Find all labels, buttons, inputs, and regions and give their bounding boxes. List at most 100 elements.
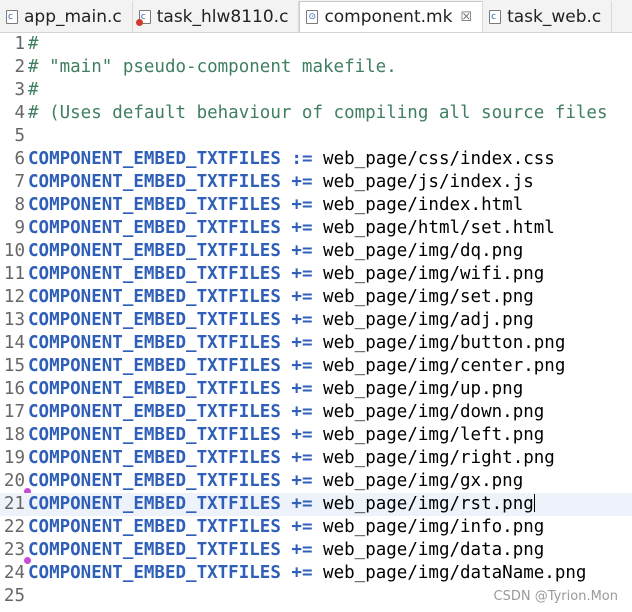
code-line[interactable]: 2 # "main" pseudo-component makefile.	[0, 56, 632, 79]
code-line[interactable]: 24 COMPONENT_EMBED_TXTFILES += web_page/i…	[0, 562, 632, 585]
code-line[interactable]: 1 #	[0, 33, 632, 56]
code-text: # (Uses default behaviour of compiling a…	[28, 102, 607, 125]
code-line[interactable]: 11 COMPONENT_EMBED_TXTFILES += web_page/i…	[0, 263, 632, 286]
code-line[interactable]: 18 COMPONENT_EMBED_TXTFILES += web_page/i…	[0, 424, 632, 447]
variable-name: COMPONENT_EMBED_TXTFILES	[28, 517, 281, 537]
c-file-icon: c	[6, 9, 18, 24]
file-path-value: web_page/img/wifi.png	[323, 264, 545, 284]
code-line[interactable]: 16 COMPONENT_EMBED_TXTFILES += web_page/i…	[0, 378, 632, 401]
variable-name: COMPONENT_EMBED_TXTFILES	[28, 172, 281, 192]
code-text: COMPONENT_EMBED_TXTFILES += web_page/img…	[28, 332, 565, 355]
file-path-value: web_page/img/down.png	[323, 402, 545, 422]
line-number: 8	[14, 195, 25, 215]
tab-app-main[interactable]: c app_main.c	[0, 1, 133, 32]
code-line[interactable]: 9 COMPONENT_EMBED_TXTFILES += web_page/ht…	[0, 217, 632, 240]
code-line[interactable]: 23 COMPONENT_EMBED_TXTFILES += web_page/i…	[0, 539, 632, 564]
assign-operator: +=	[291, 356, 313, 376]
assign-operator: +=	[291, 172, 313, 192]
code-line[interactable]: 21 COMPONENT_EMBED_TXTFILES += web_page/i…	[0, 493, 632, 516]
code-text: COMPONENT_EMBED_TXTFILES += web_page/img…	[28, 539, 544, 562]
code-line[interactable]: 10 COMPONENT_EMBED_TXTFILES += web_page/i…	[0, 240, 632, 263]
assign-operator: +=	[291, 471, 313, 491]
code-text: #	[28, 79, 39, 102]
file-path-value: web_page/img/center.png	[323, 356, 566, 376]
code-editor[interactable]: 1 #2 # "main" pseudo-component makefile. 3 #…	[0, 33, 632, 612]
code-line[interactable]: 12 COMPONENT_EMBED_TXTFILES += web_page/i…	[0, 286, 632, 309]
line-number: 21	[3, 494, 25, 514]
c-file-error-icon: c	[135, 9, 151, 26]
assign-operator: +=	[291, 218, 313, 238]
code-line[interactable]: 19 COMPONENT_EMBED_TXTFILES += web_page/i…	[0, 447, 632, 470]
line-number: 11	[3, 264, 25, 284]
code-line[interactable]: 6 COMPONENT_EMBED_TXTFILES := web_page/cs…	[0, 148, 632, 171]
file-path-value: web_page/js/index.js	[323, 172, 534, 192]
line-number: 18	[3, 425, 25, 445]
code-text: COMPONENT_EMBED_TXTFILES += web_page/img…	[28, 447, 555, 470]
code-text: COMPONENT_EMBED_TXTFILES += web_page/img…	[28, 493, 535, 516]
assign-operator: +=	[291, 241, 313, 261]
code-line[interactable]: 15 COMPONENT_EMBED_TXTFILES += web_page/i…	[0, 355, 632, 378]
code-line[interactable]: 17 COMPONENT_EMBED_TXTFILES += web_page/i…	[0, 401, 632, 424]
line-number: 1	[14, 34, 25, 54]
variable-name: COMPONENT_EMBED_TXTFILES	[28, 356, 281, 376]
comment-text: # (Uses default behaviour of compiling a…	[28, 103, 608, 123]
file-path-value: web_page/img/right.png	[323, 448, 555, 468]
assign-operator: :=	[291, 149, 313, 169]
file-path-value: web_page/img/gx.png	[323, 471, 524, 491]
tab-component-mk[interactable]: ⊙ component.mk ☒	[299, 1, 484, 32]
variable-name: COMPONENT_EMBED_TXTFILES	[28, 540, 281, 560]
variable-name: COMPONENT_EMBED_TXTFILES	[28, 310, 281, 330]
tab-task-web[interactable]: c task_web.c	[483, 1, 613, 32]
variable-name: COMPONENT_EMBED_TXTFILES	[28, 333, 281, 353]
line-number: 19	[3, 448, 25, 468]
code-line[interactable]: 13 COMPONENT_EMBED_TXTFILES += web_page/i…	[0, 309, 632, 332]
code-line[interactable]: 22 COMPONENT_EMBED_TXTFILES += web_page/i…	[0, 516, 632, 539]
line-number: 5	[14, 126, 25, 146]
line-number: 25	[3, 586, 25, 606]
code-text: COMPONENT_EMBED_TXTFILES += web_page/img…	[28, 286, 534, 309]
assign-operator: +=	[291, 425, 313, 445]
close-tab-icon[interactable]: ☒	[460, 10, 472, 25]
code-text: COMPONENT_EMBED_TXTFILES += web_page/img…	[28, 516, 544, 539]
code-text: COMPONENT_EMBED_TXTFILES += web_page/img…	[28, 309, 534, 332]
file-path-value: web_page/img/data.png	[323, 540, 545, 560]
code-line[interactable]: 4 # (Uses default behaviour of compiling …	[0, 102, 632, 125]
variable-name: COMPONENT_EMBED_TXTFILES	[28, 425, 281, 445]
line-number: 16	[3, 379, 25, 399]
assign-operator: +=	[291, 264, 313, 284]
file-path-value: web_page/css/index.css	[323, 149, 555, 169]
variable-name: COMPONENT_EMBED_TXTFILES	[28, 448, 281, 468]
code-line[interactable]: 3 #	[0, 79, 632, 102]
line-number: 24	[3, 563, 25, 583]
line-number: 7	[14, 172, 25, 192]
text-cursor	[533, 494, 535, 512]
code-line[interactable]: 20 COMPONENT_EMBED_TXTFILES += web_page/i…	[0, 470, 632, 495]
line-number: 23	[3, 540, 25, 560]
code-line[interactable]: 14 COMPONENT_EMBED_TXTFILES += web_page/i…	[0, 332, 632, 355]
line-number: 17	[3, 402, 25, 422]
file-path-value: web_page/img/rst.png	[323, 494, 534, 514]
file-path-value: web_page/img/up.png	[323, 379, 524, 399]
tab-task-hlw8110[interactable]: c task_hlw8110.c	[133, 1, 300, 32]
assign-operator: +=	[291, 333, 313, 353]
line-number: 6	[14, 149, 25, 169]
code-text: COMPONENT_EMBED_TXTFILES := web_page/css…	[28, 148, 555, 171]
assign-operator: +=	[291, 402, 313, 422]
code-text: COMPONENT_EMBED_TXTFILES += web_page/img…	[28, 378, 523, 401]
code-line[interactable]: 5	[0, 125, 632, 148]
line-number: 4	[14, 103, 25, 123]
file-path-value: web_page/img/set.png	[323, 287, 534, 307]
line-number: 12	[3, 287, 25, 307]
code-line[interactable]: 7 COMPONENT_EMBED_TXTFILES += web_page/js…	[0, 171, 632, 194]
line-number: 14	[3, 333, 25, 353]
variable-name: COMPONENT_EMBED_TXTFILES	[28, 402, 281, 422]
code-text: #	[28, 33, 39, 56]
assign-operator: +=	[291, 310, 313, 330]
variable-name: COMPONENT_EMBED_TXTFILES	[28, 264, 281, 284]
tab-label: task_web.c	[507, 6, 602, 27]
code-text: COMPONENT_EMBED_TXTFILES += web_page/img…	[28, 263, 544, 286]
assign-operator: +=	[291, 379, 313, 399]
code-line[interactable]: 8 COMPONENT_EMBED_TXTFILES += web_page/in…	[0, 194, 632, 217]
assign-operator: +=	[291, 517, 313, 537]
makefile-icon: ⊙	[306, 10, 319, 24]
